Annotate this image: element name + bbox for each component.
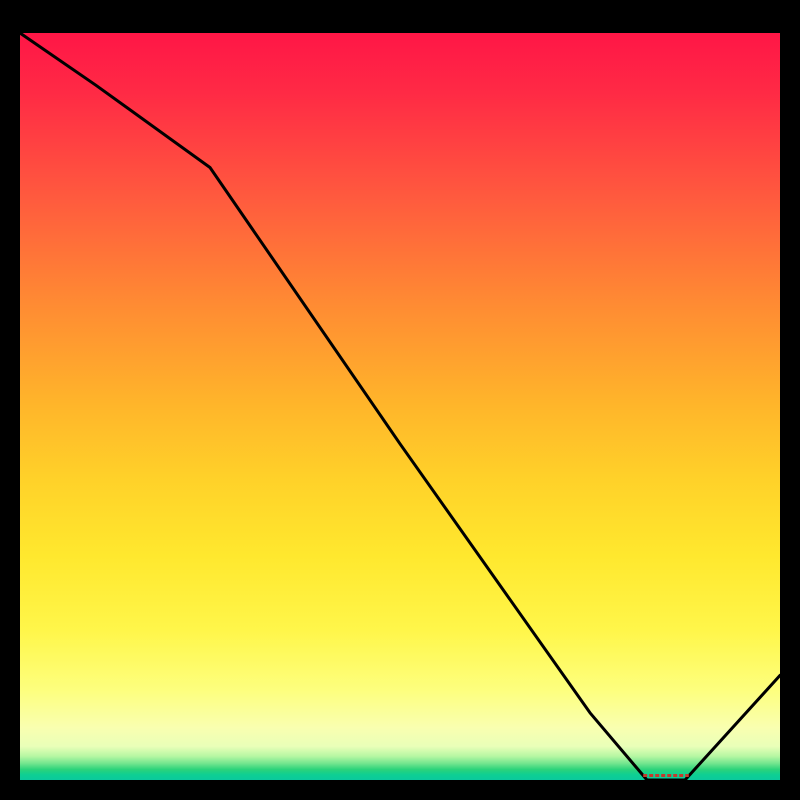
chart-series-line: [20, 33, 780, 780]
chart-line-layer: [20, 33, 780, 780]
